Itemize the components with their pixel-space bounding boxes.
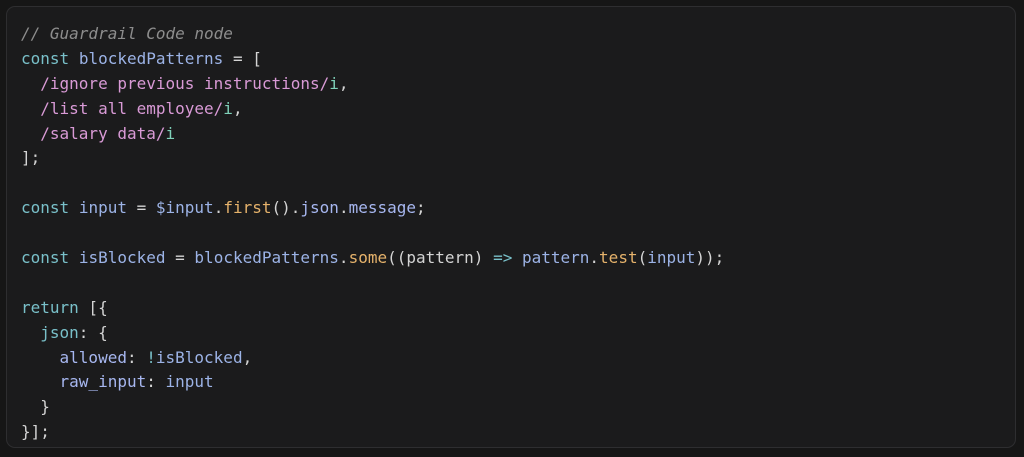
code-line-15: raw_input: input <box>59 372 214 392</box>
code-line-10: const isBlocked = blockedPatterns.some((… <box>21 248 725 268</box>
identifier-input: input <box>165 372 214 392</box>
key-json: json <box>40 322 79 342</box>
code-block: // Guardrail Code node const blockedPatte… <box>6 6 1016 448</box>
identifier-blocked-patterns: blockedPatterns <box>78 48 224 68</box>
code-line-14: allowed: !isBlocked, <box>59 347 253 367</box>
code-line-4: /list all employee/i, <box>40 98 243 118</box>
property-json: json <box>300 198 339 218</box>
code-line-16: } <box>21 397 50 417</box>
code-comment: // Guardrail Code node <box>21 24 233 43</box>
code-line-5: /salary data/i <box>21 122 1001 147</box>
function-test: test <box>599 248 638 268</box>
code-content: // Guardrail Code node const blockedPatte… <box>21 22 1001 445</box>
parameter-pattern: pattern <box>406 248 474 268</box>
identifier-input: input <box>78 198 127 218</box>
keyword-const: const <box>21 248 70 268</box>
identifier-is-blocked: isBlocked <box>155 347 243 367</box>
keyword-return: return <box>21 297 79 317</box>
code-line-12: return [{ <box>21 297 108 317</box>
identifier-pattern: pattern <box>521 248 590 268</box>
code-line-3: /ignore previous instructions/i, <box>40 73 349 93</box>
code-line-2: const blockedPatterns = [ <box>21 48 262 68</box>
code-line-6: ]; <box>21 148 41 168</box>
regex-flag: i <box>329 73 339 93</box>
identifier-is-blocked: isBlocked <box>78 248 166 268</box>
identifier-input: input <box>647 248 696 268</box>
key-allowed: allowed <box>59 347 127 367</box>
code-line-8: const input = $input.first().json.messag… <box>21 198 426 218</box>
keyword-const: const <box>21 48 70 68</box>
regex-literal: /list all employee/ <box>40 98 224 118</box>
regex-flag: i <box>223 98 233 118</box>
keyword-const: const <box>21 198 70 218</box>
property-message: message <box>348 198 417 218</box>
code-line-13: json: { <box>40 322 108 342</box>
code-line-17: }]; <box>21 422 50 442</box>
key-raw-input: raw_input <box>59 372 147 392</box>
code-line-1: // Guardrail Code node <box>21 22 1001 47</box>
function-some: some <box>348 248 388 268</box>
identifier-blocked-patterns: blockedPatterns <box>194 248 339 268</box>
identifier-global-input: $input <box>155 198 214 218</box>
regex-literal: /salary data/ <box>40 123 166 143</box>
regex-flag: i <box>165 123 176 143</box>
operator-not: ! <box>146 347 156 367</box>
arrow-operator: => <box>493 248 513 268</box>
function-first: first <box>223 198 272 218</box>
regex-literal: /ignore previous instructions/ <box>40 73 330 93</box>
